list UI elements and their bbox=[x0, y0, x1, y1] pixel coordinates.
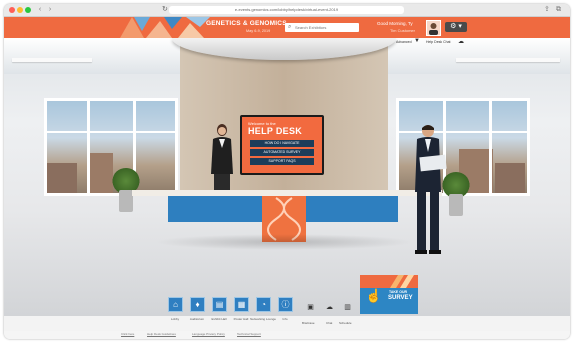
survey-take-label: TAKE OUR bbox=[389, 290, 408, 294]
scene-toolbar: Advanced ▼ Help Desk Chat ☁ bbox=[396, 38, 468, 47]
reload-icon[interactable]: ↻ bbox=[162, 6, 168, 14]
browser-window: ‹ › ↻ e-events.genomics.com/lobby/helpde… bbox=[4, 4, 570, 339]
desk-panel-right bbox=[306, 196, 398, 222]
site-header: GENETICS & GENOMICS May 6-9, 2019 ⌕ Good… bbox=[4, 17, 570, 38]
nav-networking-button[interactable]: ◔ bbox=[256, 297, 271, 312]
desk-panel-left bbox=[168, 196, 262, 222]
survey-label: SURVEY bbox=[388, 295, 413, 301]
ceiling-light bbox=[456, 58, 560, 62]
back-icon[interactable]: ‹ bbox=[36, 6, 44, 14]
automated-survey-button[interactable]: AUTOMATED SURVEY bbox=[250, 149, 314, 156]
footer-link[interactable]: Language Privacy Policy bbox=[192, 332, 225, 336]
chat-label[interactable]: Help Desk Chat bbox=[426, 40, 451, 44]
plant-pot bbox=[119, 190, 133, 212]
nav-exhibit-hall-button[interactable]: ▤ bbox=[212, 297, 227, 312]
minimize-window-button[interactable] bbox=[17, 7, 23, 13]
user-name: Tim Customer bbox=[390, 28, 415, 33]
settings-menu-button[interactable]: ⚙ ▾ bbox=[445, 22, 467, 32]
schedule-label: Schedule bbox=[339, 321, 352, 325]
close-window-button[interactable] bbox=[9, 7, 15, 13]
search-box[interactable]: ⌕ bbox=[285, 23, 359, 32]
city-building bbox=[47, 163, 77, 193]
city-building bbox=[87, 153, 113, 193]
chat-bubble-icon[interactable]: ☁ bbox=[325, 303, 334, 312]
helpdesk-scene: Welcome to the HELP DESK HOW DO I NAVIGA… bbox=[4, 38, 570, 316]
attendant-man bbox=[415, 125, 447, 254]
window-left bbox=[44, 98, 178, 196]
greeting-text: Good Morning, Ty bbox=[377, 21, 413, 26]
footer-link[interactable]: Help Desk Guidelines bbox=[147, 332, 176, 336]
helpdesk-screen: Welcome to the HELP DESK HOW DO I NAVIGA… bbox=[240, 115, 324, 175]
window-frame bbox=[489, 101, 492, 193]
maximize-window-button[interactable] bbox=[25, 7, 31, 13]
event-title: GENETICS & GENOMICS bbox=[206, 20, 287, 27]
search-icon: ⌕ bbox=[288, 24, 292, 30]
footer-link[interactable]: Click here bbox=[121, 332, 134, 336]
event-dates: May 6-9, 2019 bbox=[246, 29, 271, 33]
briefcase-label: Briefcase bbox=[302, 321, 315, 325]
chat-label-bottom: Chat bbox=[326, 321, 333, 325]
share-icon[interactable]: ⇪ bbox=[544, 6, 550, 14]
chat-icon[interactable]: ☁ bbox=[458, 38, 464, 45]
nav-info-label: Info bbox=[282, 317, 288, 321]
window-frame bbox=[87, 101, 90, 193]
avatar[interactable] bbox=[426, 20, 441, 36]
city-building bbox=[495, 163, 525, 193]
ceiling-left bbox=[4, 38, 194, 74]
navigate-help-button[interactable]: HOW DO I NAVIGATE bbox=[250, 140, 314, 147]
support-faq-button[interactable]: SUPPORT FAQS bbox=[250, 158, 314, 165]
filter-label: Advanced bbox=[396, 40, 412, 44]
nav-auditorium-button[interactable]: ♦ bbox=[190, 297, 205, 312]
filter-icon[interactable]: ▼ bbox=[414, 38, 420, 44]
address-bar[interactable]: e-events.genomics.com/lobby/helpdesk/vir… bbox=[169, 6, 404, 14]
footer: Click here Help Desk Guidelines Language… bbox=[4, 331, 570, 339]
window-frame bbox=[47, 131, 175, 133]
survey-hand-icon: ☝ bbox=[365, 288, 383, 303]
header-pattern-graphic bbox=[120, 17, 210, 38]
nav-lobby-button[interactable]: ⌂ bbox=[168, 297, 183, 312]
schedule-icon[interactable]: ▥ bbox=[343, 303, 352, 312]
forward-icon[interactable]: › bbox=[46, 6, 54, 14]
attendant-woman bbox=[211, 124, 233, 192]
survey-button[interactable]: ☝ TAKE OUR SURVEY bbox=[360, 275, 418, 314]
briefcase-icon[interactable]: ▣ bbox=[306, 303, 315, 312]
floor-shadow bbox=[154, 234, 414, 250]
search-input[interactable] bbox=[295, 24, 355, 31]
nav-info-button[interactable]: ⓘ bbox=[278, 297, 293, 312]
tabs-icon[interactable]: ⧉ bbox=[556, 6, 561, 14]
browser-chrome: ‹ › ↻ e-events.genomics.com/lobby/helpde… bbox=[4, 4, 570, 17]
nav-poster-hall-button[interactable]: ▦ bbox=[234, 297, 249, 312]
screen-title: HELP DESK bbox=[248, 126, 303, 136]
footer-link[interactable]: Technical Support bbox=[237, 332, 261, 336]
ceiling-light bbox=[12, 58, 92, 62]
plant-pot bbox=[449, 194, 463, 216]
